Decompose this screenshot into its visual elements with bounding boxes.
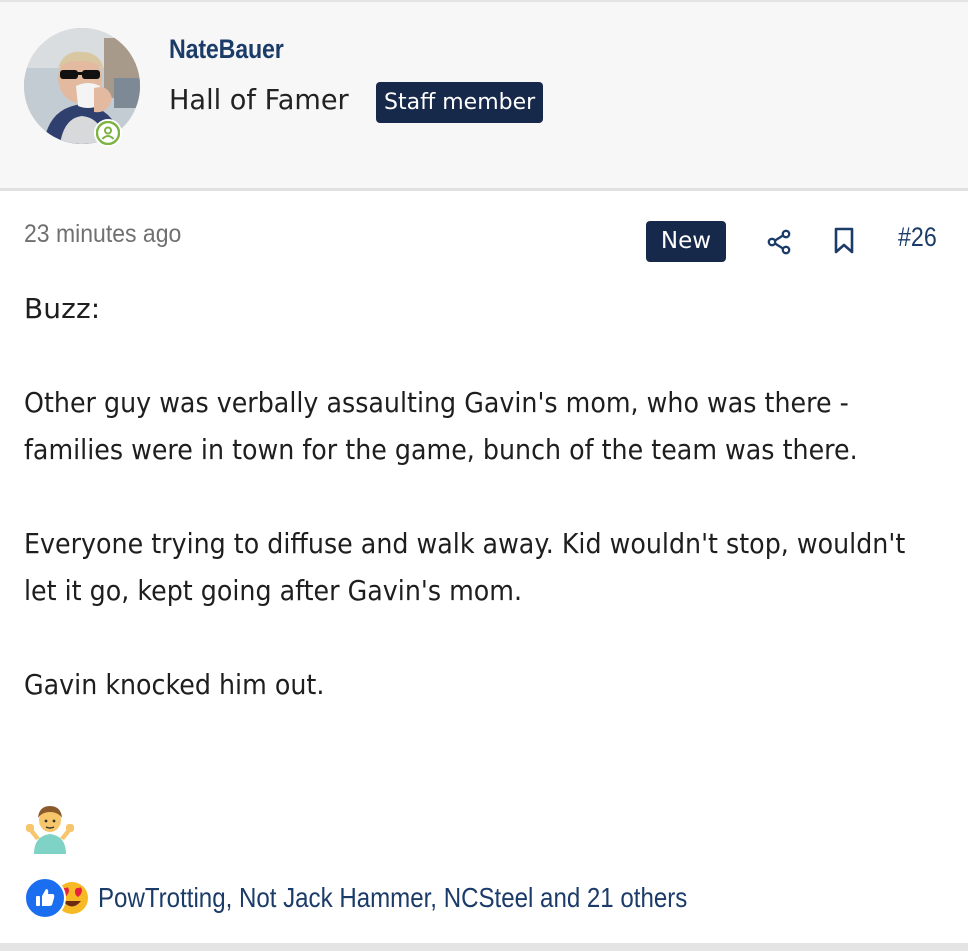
avatar[interactable] [24,28,140,147]
bookmark-icon[interactable] [834,227,854,255]
user-title: Hall of Famer [169,83,349,116]
user-header: NateBauer Hall of Famer Staff member [0,2,968,191]
like-icon [24,877,66,919]
post-paragraph: Other guy was verbally assaulting Gavin'… [24,386,858,466]
post-number-link[interactable]: #26 [898,222,937,253]
user-avatar-photo[interactable] [24,28,140,144]
new-badge: New [646,221,726,262]
reaction-users-link[interactable]: PowTrotting, Not Jack Hammer, NCSteel an… [98,882,687,914]
post-paragraph: Everyone trying to diffuse and walk away… [24,527,906,607]
post-timestamp[interactable]: 23 minutes ago [24,220,181,249]
post-paragraph: Buzz: [24,292,101,325]
person-shrugging-emoji [24,802,76,854]
username-link[interactable]: NateBauer [169,34,284,65]
post-body: Buzz: Other guy was verbally assaulting … [24,285,944,708]
post-paragraph: Gavin knocked him out. [24,668,325,701]
share-icon[interactable] [763,226,795,258]
reactions-bar[interactable]: PowTrotting, Not Jack Hammer, NCSteel an… [24,876,783,920]
online-status-icon [94,119,122,147]
staff-member-badge: Staff member [376,82,544,123]
bottom-divider [0,943,968,951]
